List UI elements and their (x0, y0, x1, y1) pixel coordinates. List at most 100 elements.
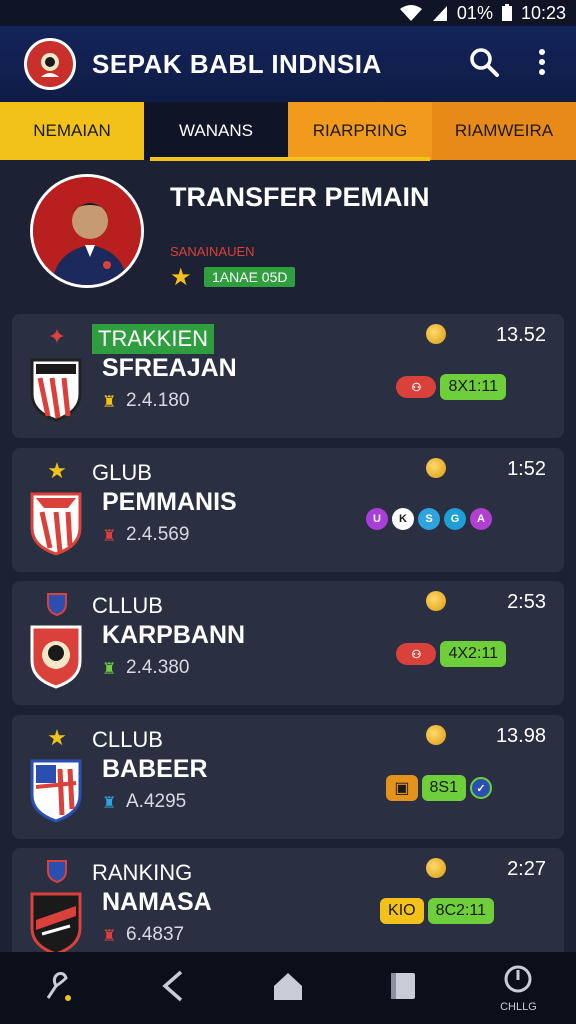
score-pills: ▣ 8S1 ✓ (386, 775, 492, 801)
club-crest (28, 490, 84, 556)
clock: 10:23 (520, 2, 566, 23)
club-crest (28, 890, 84, 956)
card-time: 2:27 (507, 858, 546, 880)
hero-title: TRANSFER PEMAIN (170, 182, 430, 212)
team-name: BABEER (102, 755, 208, 783)
team-stat: 2.4.380 (126, 657, 190, 678)
card-category: CLLUB (92, 593, 163, 618)
battery-percent: 01% (456, 2, 493, 23)
trophy-icon: ♜ (102, 795, 117, 812)
search-icon (468, 46, 500, 83)
card-time: 2:53 (507, 591, 546, 613)
score-pill: 8X1:11 (440, 374, 506, 400)
status-bar: 01% 10:23 (0, 0, 576, 26)
score-pills: KIO 8C2:11 (380, 898, 494, 924)
trophy-icon: ♜ (102, 661, 117, 678)
badge-dot: S (418, 508, 440, 530)
team-stat: 2.4.569 (126, 524, 190, 545)
nav-power[interactable]: CHLLG (461, 964, 576, 1013)
more-vertical-icon (538, 48, 546, 81)
club-crest (28, 623, 84, 689)
nav-profile[interactable] (0, 968, 115, 1009)
coin-icon (426, 725, 446, 745)
score-pills: ⚇ 4X2:11 (396, 641, 506, 667)
wifi-icon (399, 4, 423, 22)
badge-dot: G (444, 508, 466, 530)
recents-icon (388, 970, 418, 1007)
power-icon (503, 964, 533, 999)
signal-icon (431, 4, 449, 22)
overflow-menu-button[interactable] (518, 40, 566, 88)
coin-icon (426, 458, 446, 478)
coin-icon (426, 858, 446, 878)
score-pill: 8C2:11 (427, 898, 494, 924)
team-stat: A.4295 (126, 791, 187, 812)
nav-power-label: CHLLG (500, 1000, 537, 1013)
player-avatar (30, 174, 144, 288)
shield-icon (44, 858, 70, 884)
rank-pill: KIO (380, 898, 424, 924)
trophy-icon: ♜ (102, 394, 117, 411)
coin-icon (426, 324, 446, 344)
team-name: NAMASA (102, 888, 212, 916)
shield-icon (44, 591, 70, 617)
nav-home[interactable] (230, 970, 345, 1007)
club-crest (28, 757, 84, 823)
nav-recents[interactable] (346, 970, 461, 1007)
coin-icon (426, 591, 446, 611)
star-icon: ★ (170, 264, 192, 291)
trophy-icon: ♜ (102, 928, 117, 945)
back-arrow-icon (159, 968, 187, 1009)
battery-icon (501, 4, 513, 22)
hero-badge: 1ANAE 05D (204, 267, 296, 287)
card-category: TRAKKIEN (92, 324, 215, 354)
team-color-icon: ⚇ (396, 643, 437, 665)
team-name: SFREAJAN (102, 354, 237, 382)
badge-dot: U (366, 508, 388, 530)
card-time: 1:52 (507, 458, 546, 480)
wrench-icon (40, 968, 76, 1009)
badge-dot: A (470, 508, 492, 530)
score-pill: 8S1 (421, 775, 466, 801)
team-color-icon: ⚇ (396, 376, 437, 398)
flag-icon: ✦ (47, 324, 67, 349)
card-category: RANKING (92, 860, 193, 885)
card-time: 13.98 (495, 725, 546, 747)
hero-section[interactable]: TRANSFER PEMAIN SANAINAUEN ★ 1ANAE 05D (0, 168, 576, 298)
star-icon: ★ (47, 725, 67, 750)
bottom-navigation: CHLLG (0, 952, 576, 1024)
card-category: GLUB (92, 460, 152, 485)
match-card[interactable]: ✦ TRAKKIEN 13.52 SFREAJAN ♜ 2.4.180 ⚇ 8X… (12, 314, 564, 438)
match-card[interactable]: CLLUB 2:53 KARPBANN ♜ 2.4.380 ⚇ 4X2:11 (12, 581, 564, 705)
match-card[interactable]: ★ CLLUB 13.98 BABEER ♜ A.4295 ▣ 8S1 ✓ (12, 715, 564, 839)
app-logo[interactable] (24, 38, 76, 90)
tab-indicator (150, 157, 430, 161)
app-title: SEPAK BABL INDNSIA (92, 48, 382, 79)
home-icon (272, 970, 304, 1007)
search-button[interactable] (460, 40, 508, 88)
tab-riamweira[interactable]: RIAMWEIRA (432, 102, 576, 160)
team-stat: 2.4.180 (126, 390, 190, 411)
hero-subtitle: SANAINAUEN (170, 244, 255, 259)
tab-nemaian[interactable]: NEMAIAN (0, 102, 144, 160)
card-time: 13.52 (495, 324, 546, 346)
nav-back[interactable] (115, 968, 230, 1009)
card-category: CLLUB (92, 727, 163, 752)
team-stat: 6.4837 (126, 924, 185, 945)
tab-wanans[interactable]: WANANS (144, 102, 288, 160)
club-crest (28, 356, 84, 422)
trophy-icon: ♜ (102, 528, 117, 545)
shield-badge-icon: ✓ (470, 777, 492, 799)
team-name: PEMMANIS (102, 488, 237, 516)
score-pills: U K S G A (366, 508, 492, 530)
tab-riarpring[interactable]: RIARPRING (288, 102, 432, 160)
score-pill: 4X2:11 (440, 641, 506, 667)
team-name: KARPBANN (102, 621, 246, 649)
tab-bar: NEMAIAN WANANS RIARPRING RIAMWEIRA (0, 102, 576, 160)
team-color-icon: ▣ (386, 775, 418, 801)
app-bar: SEPAK BABL INDNSIA (0, 26, 576, 102)
score-pills: ⚇ 8X1:11 (396, 374, 506, 400)
badge-dot: K (392, 508, 414, 530)
star-icon: ★ (47, 458, 67, 483)
match-card[interactable]: ★ GLUB 1:52 PEMMANIS ♜ 2.4.569 U K S G A (12, 448, 564, 572)
